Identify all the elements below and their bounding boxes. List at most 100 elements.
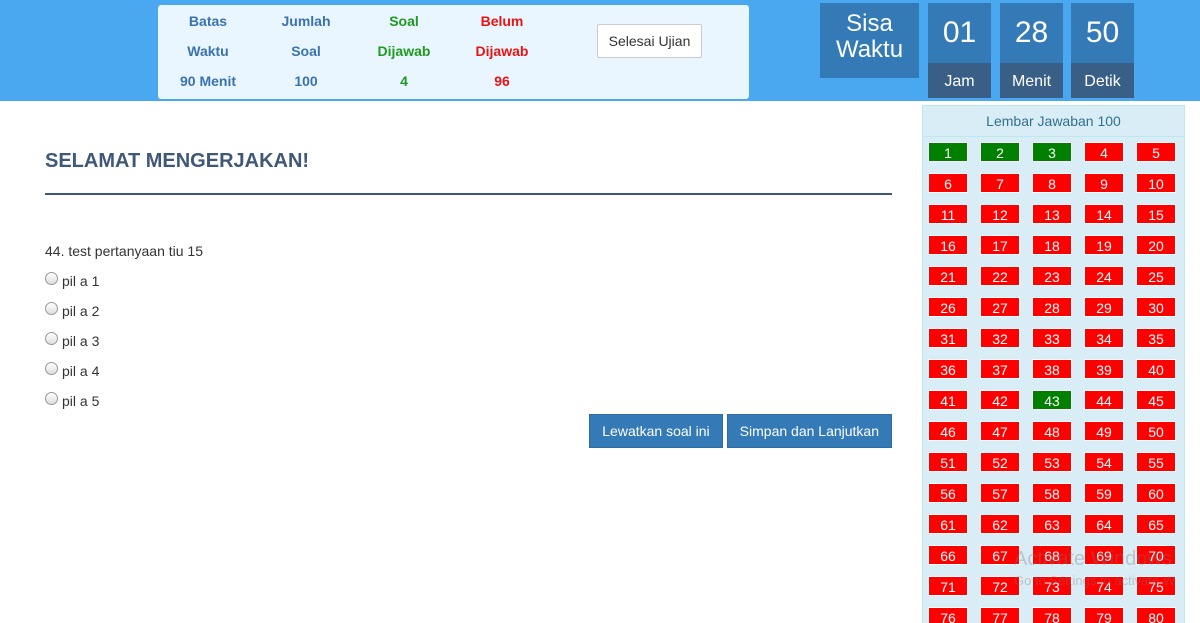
- answer-sheet-cell-21[interactable]: 21: [928, 266, 968, 286]
- answer-sheet-cell-33[interactable]: 33: [1032, 328, 1072, 348]
- answer-sheet-cell-78[interactable]: 78: [1032, 607, 1072, 623]
- answer-sheet-cell-41[interactable]: 41: [928, 390, 968, 410]
- answer-sheet-cell-64[interactable]: 64: [1084, 514, 1124, 534]
- answer-sheet-cell-56[interactable]: 56: [928, 483, 968, 503]
- answer-sheet-cell-42[interactable]: 42: [980, 390, 1020, 410]
- answer-sheet-cell-18[interactable]: 18: [1032, 235, 1072, 255]
- answer-sheet-cell-6[interactable]: 6: [928, 173, 968, 193]
- answer-sheet-cell-15[interactable]: 15: [1136, 204, 1176, 224]
- answer-sheet-cell-68[interactable]: 68: [1032, 545, 1072, 565]
- answer-sheet-cell-73[interactable]: 73: [1032, 576, 1072, 596]
- answer-sheet-cell-52[interactable]: 52: [980, 452, 1020, 472]
- answer-sheet-cell-61[interactable]: 61: [928, 514, 968, 534]
- answer-sheet-cell-35[interactable]: 35: [1136, 328, 1176, 348]
- answer-sheet-cell-2[interactable]: 2: [980, 142, 1020, 162]
- answer-sheet-cell-62[interactable]: 62: [980, 514, 1020, 534]
- option-1[interactable]: pil a 1: [45, 266, 892, 296]
- answer-sheet-cell-74[interactable]: 74: [1084, 576, 1124, 596]
- answer-sheet-cell-29[interactable]: 29: [1084, 297, 1124, 317]
- answer-sheet-cell-69[interactable]: 69: [1084, 545, 1124, 565]
- answer-sheet-cell-27[interactable]: 27: [980, 297, 1020, 317]
- timer-minutes-value: 28: [1014, 16, 1049, 49]
- answer-sheet-cell-1[interactable]: 1: [928, 142, 968, 162]
- answer-sheet-cell-44[interactable]: 44: [1084, 390, 1124, 410]
- answer-sheet-cell-8[interactable]: 8: [1032, 173, 1072, 193]
- answer-sheet-cell-4[interactable]: 4: [1084, 142, 1124, 162]
- answer-sheet-cell-5[interactable]: 5: [1136, 142, 1176, 162]
- answer-sheet-cell-19[interactable]: 19: [1084, 235, 1124, 255]
- answer-sheet-cell-65[interactable]: 65: [1136, 514, 1176, 534]
- save-continue-button[interactable]: Simpan dan Lanjutkan: [726, 414, 892, 448]
- answer-sheet-cell-80[interactable]: 80: [1136, 607, 1176, 623]
- option-5[interactable]: pil a 5: [45, 386, 892, 416]
- answer-sheet-cell-26[interactable]: 26: [928, 297, 968, 317]
- answer-sheet-cell-58[interactable]: 58: [1032, 483, 1072, 503]
- answer-sheet-cell-71[interactable]: 71: [928, 576, 968, 596]
- answer-sheet-cell-79[interactable]: 79: [1084, 607, 1124, 623]
- answer-sheet-cell-36[interactable]: 36: [928, 359, 968, 379]
- answer-sheet-cell-49[interactable]: 49: [1084, 421, 1124, 441]
- answer-sheet-cell-3[interactable]: 3: [1032, 142, 1072, 162]
- answer-sheet-cell-20[interactable]: 20: [1136, 235, 1176, 255]
- radio-button[interactable]: [45, 331, 58, 345]
- answer-sheet-cell-23[interactable]: 23: [1032, 266, 1072, 286]
- answer-sheet-cell-10[interactable]: 10: [1136, 173, 1176, 193]
- answer-sheet-cell-66[interactable]: 66: [928, 545, 968, 565]
- answer-sheet-cell-55[interactable]: 55: [1136, 452, 1176, 472]
- answer-sheet-cell-48[interactable]: 48: [1032, 421, 1072, 441]
- answer-sheet-cell-57[interactable]: 57: [980, 483, 1020, 503]
- radio-button[interactable]: [45, 391, 58, 405]
- answer-sheet-cell-30[interactable]: 30: [1136, 297, 1176, 317]
- answer-sheet-cell-9[interactable]: 9: [1084, 173, 1124, 193]
- radio-button[interactable]: [45, 271, 58, 285]
- answer-sheet-cell-16[interactable]: 16: [928, 235, 968, 255]
- answer-sheet-cell-72[interactable]: 72: [980, 576, 1020, 596]
- answer-sheet-cell-37[interactable]: 37: [980, 359, 1020, 379]
- option-label: pil a 2: [62, 303, 100, 319]
- answer-sheet-cell-53[interactable]: 53: [1032, 452, 1072, 472]
- option-4[interactable]: pil a 4: [45, 356, 892, 386]
- answer-sheet-cell-32[interactable]: 32: [980, 328, 1020, 348]
- answer-sheet-cell-7[interactable]: 7: [980, 173, 1020, 193]
- option-3[interactable]: pil a 3: [45, 326, 892, 356]
- answer-sheet-cell-45[interactable]: 45: [1136, 390, 1176, 410]
- option-2[interactable]: pil a 2: [45, 296, 892, 326]
- answer-sheet-cell-51[interactable]: 51: [928, 452, 968, 472]
- answer-sheet-cell-47[interactable]: 47: [980, 421, 1020, 441]
- answer-sheet-cell-76[interactable]: 76: [928, 607, 968, 623]
- answer-sheet-cell-46[interactable]: 46: [928, 421, 968, 441]
- answer-sheet-cell-70[interactable]: 70: [1136, 545, 1176, 565]
- answer-sheet-cell-22[interactable]: 22: [980, 266, 1020, 286]
- answer-sheet-cell-38[interactable]: 38: [1032, 359, 1072, 379]
- answer-sheet-cell-77[interactable]: 77: [980, 607, 1020, 623]
- answer-sheet-cell-28[interactable]: 28: [1032, 297, 1072, 317]
- radio-button[interactable]: [45, 361, 58, 375]
- answer-sheet-cell-54[interactable]: 54: [1084, 452, 1124, 472]
- answer-sheet-cell-24[interactable]: 24: [1084, 266, 1124, 286]
- answer-sheet-cell-34[interactable]: 34: [1084, 328, 1124, 348]
- answer-sheet-cell-50[interactable]: 50: [1136, 421, 1176, 441]
- answer-sheet-cell-59[interactable]: 59: [1084, 483, 1124, 503]
- radio-button[interactable]: [45, 301, 58, 315]
- answer-sheet-cell-60[interactable]: 60: [1136, 483, 1176, 503]
- unanswered-label-2: Dijawab: [475, 43, 529, 59]
- timer-hours-label: Jam: [928, 63, 991, 98]
- answer-sheet-cell-13[interactable]: 13: [1032, 204, 1072, 224]
- answer-sheet-cell-11[interactable]: 11: [928, 204, 968, 224]
- time-limit-stat: Batas Waktu 90 Menit: [159, 5, 257, 95]
- timer-seconds-label: Detik: [1071, 63, 1134, 98]
- finish-exam-button[interactable]: Selesai Ujian: [597, 24, 702, 58]
- answer-sheet-cell-63[interactable]: 63: [1032, 514, 1072, 534]
- answer-sheet-cell-14[interactable]: 14: [1084, 204, 1124, 224]
- answer-sheet-cell-25[interactable]: 25: [1136, 266, 1176, 286]
- answer-sheet-cell-40[interactable]: 40: [1136, 359, 1176, 379]
- option-label: pil a 1: [62, 273, 100, 289]
- answer-sheet-cell-31[interactable]: 31: [928, 328, 968, 348]
- answer-sheet-cell-43[interactable]: 43: [1032, 390, 1072, 410]
- answer-sheet-cell-12[interactable]: 12: [980, 204, 1020, 224]
- answer-sheet-cell-67[interactable]: 67: [980, 545, 1020, 565]
- answer-sheet-cell-75[interactable]: 75: [1136, 576, 1176, 596]
- answer-sheet-cell-17[interactable]: 17: [980, 235, 1020, 255]
- answer-sheet-cell-39[interactable]: 39: [1084, 359, 1124, 379]
- skip-question-button[interactable]: Lewatkan soal ini: [589, 414, 723, 448]
